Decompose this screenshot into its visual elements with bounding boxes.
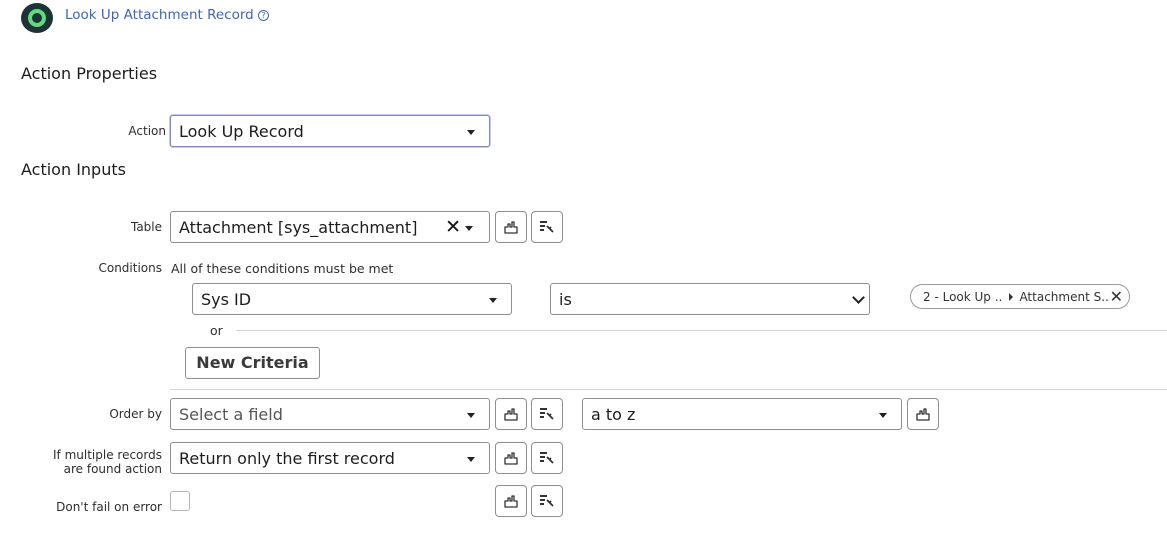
condition-operator-select[interactable]: is: [550, 283, 870, 315]
data-pill-icon: [504, 408, 518, 421]
order-direction-value: a to z: [591, 404, 636, 424]
action-label: Action: [128, 124, 166, 138]
chevron-down-icon: [879, 412, 887, 418]
multiple-records-label: If multiple records are found action: [53, 448, 162, 476]
table-select[interactable]: Attachment [sys_attachment] ✕: [170, 211, 490, 243]
chevron-down-icon: [852, 290, 865, 304]
conditions-description: All of these conditions must be met: [171, 261, 394, 276]
script-toggle-button[interactable]: [531, 485, 563, 517]
script-toggle-button[interactable]: [531, 211, 563, 243]
table-select-value: Attachment [sys_attachment]: [179, 217, 418, 237]
caret-right-icon: [1009, 292, 1014, 301]
chevron-down-icon: [465, 225, 473, 231]
new-criteria-button[interactable]: New Criteria: [185, 347, 320, 379]
table-label: Table: [130, 220, 162, 234]
data-pill-icon: [916, 408, 930, 421]
multiple-records-value: Return only the first record: [179, 448, 395, 468]
script-icon: [540, 221, 554, 233]
script-icon: [540, 452, 554, 464]
script-toggle-button[interactable]: [531, 442, 563, 474]
order-direction-select[interactable]: a to z: [582, 398, 902, 430]
dont-fail-label: Don't fail on error: [56, 500, 162, 514]
clear-icon[interactable]: ✕: [445, 217, 461, 237]
action-properties-heading: Action Properties: [21, 64, 158, 83]
condition-operator-value: is: [559, 289, 572, 309]
data-pill-picker-button[interactable]: [495, 398, 527, 430]
chevron-down-icon: [467, 456, 475, 462]
chevron-down-icon: [467, 129, 475, 135]
chevron-down-icon: [489, 297, 497, 303]
order-by-label: Order by: [109, 407, 162, 421]
action-inputs-heading: Action Inputs: [21, 160, 126, 179]
script-toggle-button[interactable]: [531, 398, 563, 430]
data-pill-icon: [504, 452, 518, 465]
conditions-label: Conditions: [98, 261, 162, 275]
condition-field-select[interactable]: Sys ID: [192, 283, 512, 315]
data-pill-picker-button[interactable]: [495, 211, 527, 243]
condition-field-value: Sys ID: [201, 289, 252, 309]
data-pill-picker-button[interactable]: [907, 398, 939, 430]
order-by-field-select[interactable]: Select a field: [170, 398, 490, 430]
action-select[interactable]: Look Up Record: [170, 115, 490, 147]
data-pill-picker-button[interactable]: [495, 485, 527, 517]
data-pill-icon: [504, 495, 518, 508]
or-separator-label: or: [210, 323, 223, 338]
script-icon: [540, 495, 554, 507]
data-pill-step: 2 - Look Up ...: [923, 289, 1004, 304]
or-divider: [236, 330, 1167, 331]
order-by-field-value: Select a field: [179, 404, 283, 424]
flow-designer-logo-icon: [21, 3, 53, 33]
data-pill-icon: [504, 221, 518, 234]
chevron-down-icon: [467, 412, 475, 418]
step-title[interactable]: Look Up Attachment Record: [65, 7, 254, 23]
script-icon: [540, 408, 554, 420]
action-select-value: Look Up Record: [179, 121, 304, 141]
data-pill-field: Attachment S...: [1019, 289, 1110, 304]
conditions-divider: [170, 389, 1167, 390]
data-pill[interactable]: 2 - Look Up ... Attachment S... ✕: [910, 284, 1130, 309]
dont-fail-checkbox[interactable]: [170, 491, 190, 511]
question-circle-icon[interactable]: ?: [258, 10, 269, 21]
multiple-records-select[interactable]: Return only the first record: [170, 442, 490, 474]
data-pill-picker-button[interactable]: [495, 442, 527, 474]
close-icon[interactable]: ✕: [1110, 288, 1123, 305]
